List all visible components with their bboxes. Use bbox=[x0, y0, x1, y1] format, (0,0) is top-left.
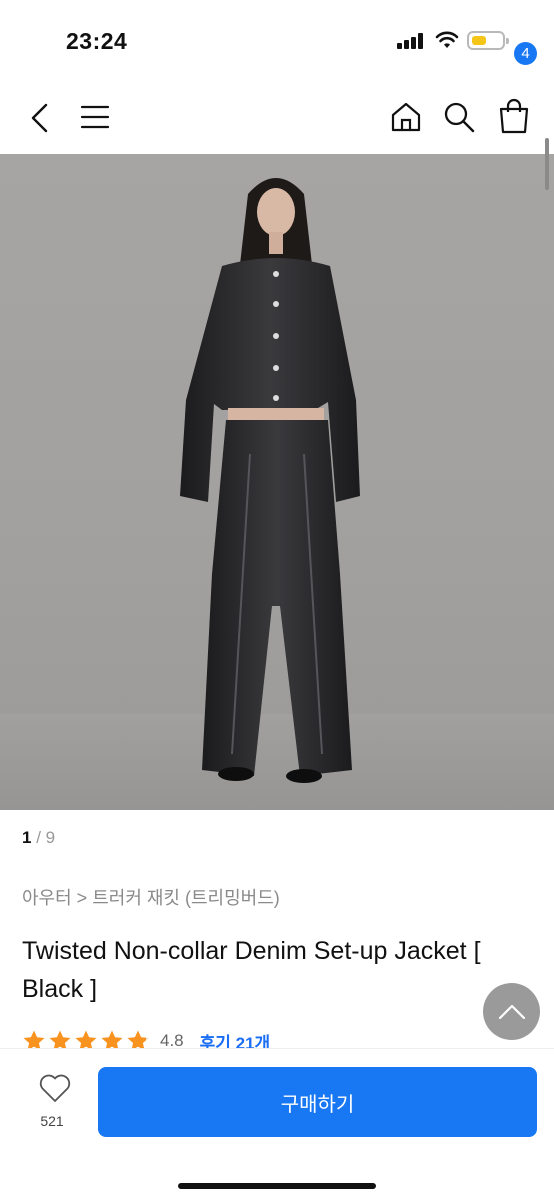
home-indicator bbox=[178, 1183, 376, 1189]
back-icon[interactable] bbox=[28, 102, 52, 134]
bottom-action-bar: 521 구매하기 bbox=[0, 1048, 554, 1200]
product-image[interactable] bbox=[0, 154, 554, 810]
like-count: 521 bbox=[40, 1113, 64, 1129]
chevron-up-icon bbox=[498, 1004, 525, 1019]
shopping-bag-icon[interactable] bbox=[498, 98, 530, 134]
category-breadcrumb[interactable]: 아우터 > 트러커 재킷 (트리밍버드) bbox=[22, 884, 280, 910]
scroll-to-top-button[interactable] bbox=[483, 983, 540, 1040]
menu-icon[interactable] bbox=[80, 104, 110, 130]
buy-button[interactable]: 구매하기 bbox=[98, 1067, 537, 1137]
like-button[interactable]: 521 bbox=[30, 1073, 74, 1137]
top-nav-bar bbox=[0, 80, 554, 154]
scrollbar[interactable] bbox=[545, 138, 549, 190]
status-time: 23:24 bbox=[66, 28, 128, 54]
image-counter: 1 / 9 bbox=[22, 828, 55, 848]
heart-icon bbox=[39, 1074, 70, 1102]
image-counter-total: 9 bbox=[45, 828, 56, 847]
wifi-icon bbox=[435, 31, 459, 48]
cart-count-badge: 4 bbox=[512, 40, 539, 67]
image-counter-current: 1 bbox=[22, 828, 32, 847]
search-icon[interactable] bbox=[443, 101, 475, 133]
signal-icon bbox=[397, 33, 427, 49]
image-counter-separator: / bbox=[36, 828, 41, 847]
status-bar: 23:24 bbox=[0, 0, 554, 80]
product-title: Twisted Non-collar Denim Set-up Jacket [… bbox=[22, 937, 481, 1003]
product-photo-illustration bbox=[0, 178, 554, 810]
battery-icon bbox=[467, 31, 509, 50]
home-icon[interactable] bbox=[390, 101, 422, 133]
